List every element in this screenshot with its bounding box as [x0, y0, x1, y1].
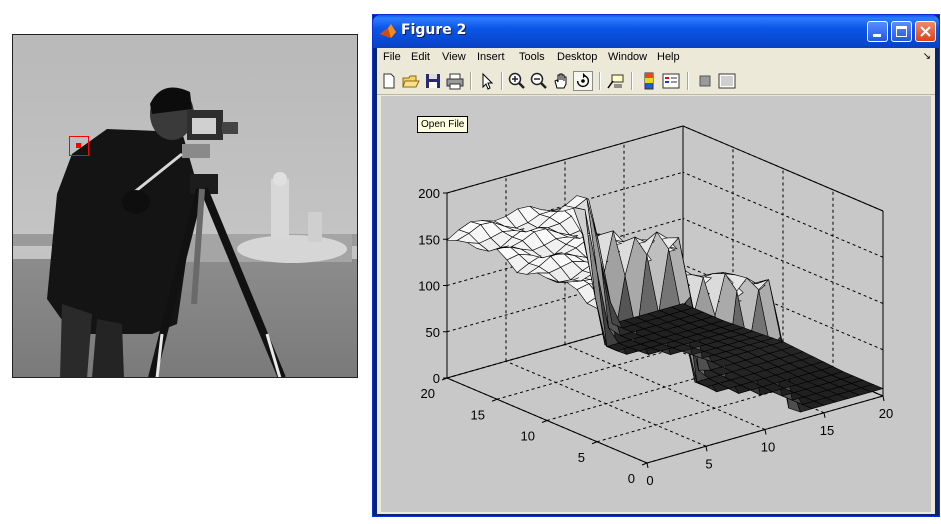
tooltip: Open File [417, 116, 469, 133]
menu-tools[interactable]: Tools [519, 51, 545, 63]
figure-client-area: File Edit View Insert Tools Desktop Wind… [377, 48, 935, 514]
menu-help[interactable]: Help [657, 51, 680, 63]
maximize-icon [896, 26, 907, 37]
zoom-in-icon[interactable] [507, 71, 527, 91]
x-tick-label: 20 [879, 406, 893, 421]
y-tick-mark [491, 398, 498, 402]
surface-plot[interactable]: 0501001502000510152005101520 [381, 96, 931, 512]
x-tick-mark [705, 446, 708, 452]
hide-plot-tools-icon[interactable] [695, 71, 715, 91]
rotate-3d-icon[interactable] [573, 71, 593, 91]
close-button[interactable] [915, 21, 936, 42]
y-tick-label: 15 [471, 407, 485, 422]
y-tick-mark [641, 462, 648, 466]
y-tick-mark [591, 441, 598, 445]
menu-window[interactable]: Window [608, 51, 647, 63]
x-tick-label: 0 [646, 473, 653, 488]
y-tick-label: 10 [521, 429, 535, 444]
x-tick-mark [882, 395, 885, 402]
figure-canvas[interactable]: 0 50 100 150 200 0 5 10 15 20 0 5 10 15 20 Open File [381, 96, 931, 512]
window-title: Figure 2 [401, 22, 467, 38]
open-file-icon[interactable] [401, 71, 421, 91]
z-tick-label: 50 [426, 325, 440, 340]
y-tick-label: 0 [628, 471, 635, 486]
pointer-icon[interactable] [477, 71, 497, 91]
x-tick-label: 5 [705, 456, 712, 471]
y-tick-label: 5 [578, 450, 585, 465]
z-tick-label: 200 [418, 186, 440, 201]
figure-window: Figure 2 File Edit View Insert Tools Des… [372, 14, 940, 517]
matlab-logo-icon [380, 24, 396, 38]
menu-bar: File Edit View Insert Tools Desktop Wind… [377, 48, 935, 68]
z-tick-label: 150 [418, 232, 440, 247]
menu-edit[interactable]: Edit [411, 51, 430, 63]
x-tick-label: 10 [761, 440, 775, 455]
figure-toolbar [377, 68, 935, 95]
menu-view[interactable]: View [442, 51, 466, 63]
save-icon[interactable] [423, 71, 443, 91]
zoom-out-icon[interactable] [529, 71, 549, 91]
maximize-button[interactable] [891, 21, 912, 42]
minimize-icon [873, 34, 881, 37]
y-tick-label: 20 [421, 386, 435, 401]
menu-desktop[interactable]: Desktop [557, 51, 597, 63]
menubar-dock-arrow-icon[interactable]: ↘ [923, 51, 931, 62]
x-tick-label: 15 [820, 423, 834, 438]
show-plot-tools-icon[interactable] [717, 71, 737, 91]
menu-file[interactable]: File [383, 51, 401, 63]
cameraman-image [12, 34, 358, 378]
z-tick-label: 0 [433, 371, 440, 386]
selection-marker-point [76, 143, 81, 148]
colorbar-icon[interactable] [639, 71, 659, 91]
pan-hand-icon[interactable] [551, 71, 571, 91]
x-tick-mark [764, 429, 767, 435]
y-tick-mark [541, 420, 548, 423]
z-tick-label: 100 [418, 279, 440, 294]
print-icon[interactable] [445, 71, 465, 91]
x-tick-mark [646, 462, 649, 469]
menu-insert[interactable]: Insert [477, 51, 505, 63]
close-icon [920, 26, 931, 37]
new-figure-icon[interactable] [379, 71, 399, 91]
title-bar[interactable]: Figure 2 [373, 15, 939, 48]
legend-icon[interactable] [661, 71, 681, 91]
minimize-button[interactable] [867, 21, 888, 42]
data-cursor-icon[interactable] [605, 71, 625, 91]
x-tick-mark [823, 412, 826, 418]
